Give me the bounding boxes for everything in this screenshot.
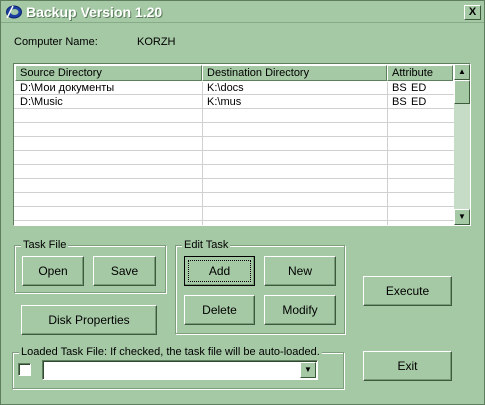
empty-row [14,110,454,123]
task-file-group-label: Task File [21,238,69,252]
modify-button[interactable]: Modify [264,295,336,325]
scroll-up-button[interactable]: ▲ [454,64,470,80]
close-icon: X [468,6,477,18]
attribute-cell: ED [411,96,427,108]
vertical-scrollbar[interactable]: ▲ ▼ [454,64,470,225]
computer-name-value: KORZH [137,36,176,48]
exit-button[interactable]: Exit [363,351,452,381]
chevron-down-icon: ▼ [304,365,312,374]
open-button[interactable]: Open [22,256,84,286]
table-row[interactable]: D:\Мои документы K:\docs BS ED [14,82,454,95]
disk-properties-button[interactable]: Disk Properties [21,305,157,335]
loaded-task-file-combobox[interactable]: ▼ [42,360,318,380]
delete-button[interactable]: Delete [184,295,255,325]
app-logo-icon [6,5,22,19]
combobox-dropdown-button[interactable]: ▼ [300,362,316,378]
title-bar: Backup Version 1.20 X [1,1,484,23]
empty-row [14,194,454,207]
table-row[interactable]: D:\Music K:\mus BS ED [14,96,454,109]
directory-list-content: Source Directory Destination Directory A… [14,64,454,225]
save-button[interactable]: Save [93,256,156,286]
empty-row [14,138,454,151]
execute-button[interactable]: Execute [363,276,452,306]
destination-cell: K:\mus [207,96,242,108]
destination-cell: K:\docs [207,82,244,94]
directory-list[interactable]: Source Directory Destination Directory A… [13,63,471,226]
column-header-attribute[interactable]: Attribute [387,65,453,81]
backup-window: Backup Version 1.20 X Computer Name: KOR… [0,0,485,405]
column-header-source[interactable]: Source Directory [15,65,202,81]
auto-load-checkbox[interactable] [18,363,31,376]
source-cell: D:\Мои документы [20,82,115,94]
empty-row [14,152,454,165]
source-cell: D:\Music [20,96,63,108]
column-header-destination[interactable]: Destination Directory [202,65,387,81]
window-title: Backup Version 1.20 [26,4,163,20]
loaded-task-label: Loaded Task File: If checked, the task f… [19,345,322,359]
arrow-down-icon: ▼ [458,212,466,221]
new-button[interactable]: New [264,256,336,286]
close-button[interactable]: X [464,5,481,20]
computer-name-label: Computer Name: [14,36,98,48]
empty-row [14,208,454,221]
empty-row [14,166,454,179]
attribute-cell: ED [411,82,427,94]
add-button[interactable]: Add [184,256,255,286]
empty-row [14,180,454,193]
scroll-thumb[interactable] [454,80,470,104]
arrow-up-icon: ▲ [458,67,466,76]
scroll-down-button[interactable]: ▼ [454,209,470,225]
empty-row [14,124,454,137]
edit-task-group-label: Edit Task [182,238,231,252]
